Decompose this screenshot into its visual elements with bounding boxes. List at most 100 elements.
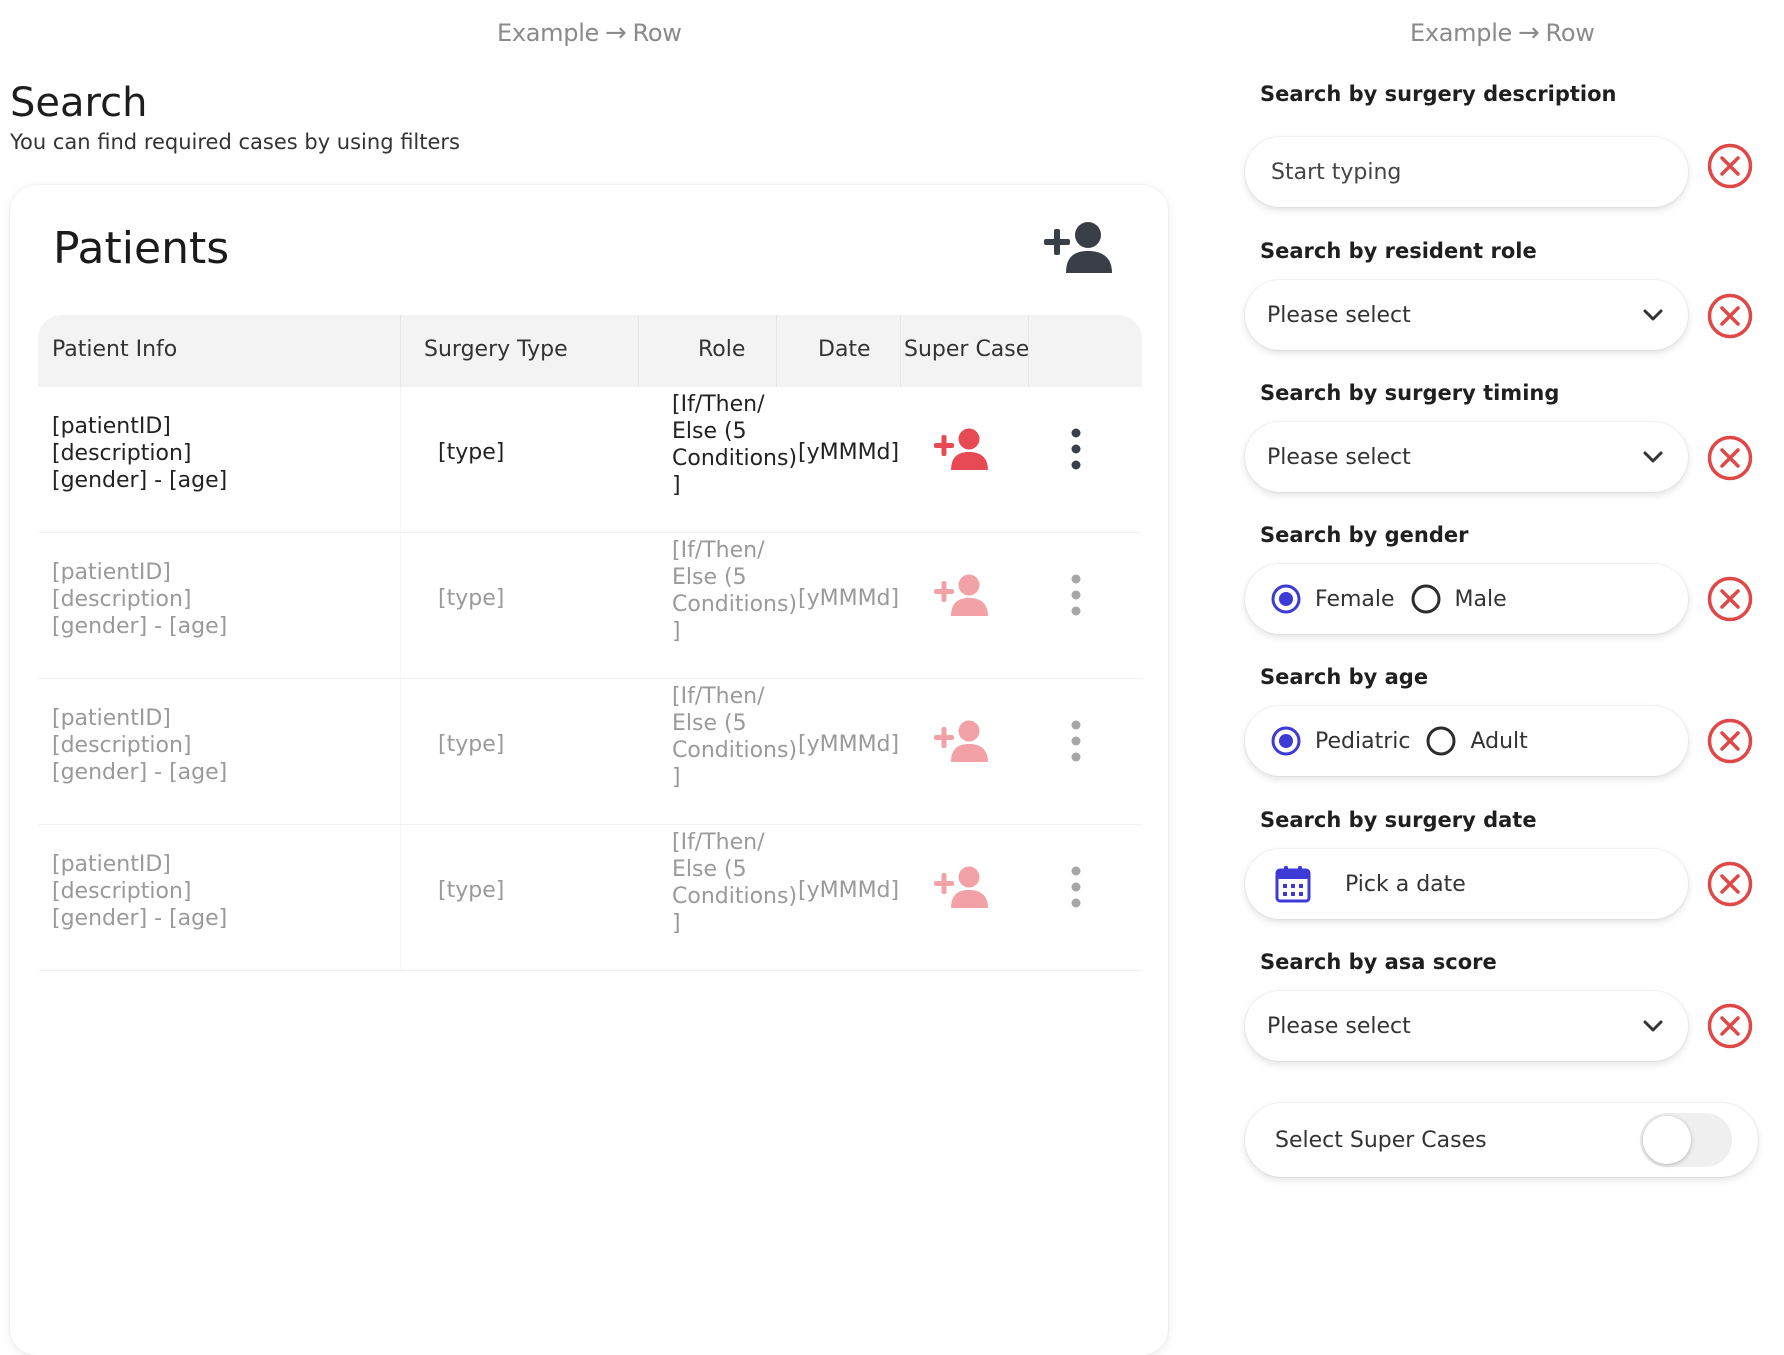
close-circle-icon <box>1707 576 1753 622</box>
table-row[interactable]: [patientID] [description] [gender] - [ag… <box>38 679 1142 825</box>
patient-gender-age: [gender] - [age] <box>52 614 228 639</box>
role: [If/Then/ Else (5 Conditions) ] <box>672 683 802 791</box>
patient-gender-age: [gender] - [age] <box>52 906 228 931</box>
clear-asa-score-button[interactable] <box>1706 1002 1754 1050</box>
surgery-date: [yMMMd] <box>798 732 900 757</box>
close-circle-icon <box>1707 435 1753 481</box>
example-label-text: Example <box>497 19 600 47</box>
add-user-icon <box>934 428 988 470</box>
gender-male-label: Male <box>1454 586 1507 612</box>
role-line: Else (5 <box>672 857 747 882</box>
role-line: ] <box>672 619 681 644</box>
surgery-type: [type] <box>438 440 505 465</box>
column-header-date[interactable]: Date <box>818 337 871 362</box>
super-case-button[interactable] <box>933 573 989 617</box>
clear-gender-button[interactable] <box>1706 575 1754 623</box>
role-line: Else (5 <box>672 419 747 444</box>
patient-description: [description] <box>52 441 192 466</box>
table-row[interactable]: [patientID] [description] [gender] - [ag… <box>38 387 1142 533</box>
table-header: Patient Info Surgery Type Role Date Supe… <box>38 315 1142 387</box>
role: [If/Then/ Else (5 Conditions) ] <box>672 391 802 499</box>
gender-radio-group: Female Male <box>1245 564 1688 634</box>
patient-info: [patientID] [description] [gender] - [ag… <box>52 413 372 494</box>
gender-female-radio[interactable]: Female <box>1271 584 1395 614</box>
age-pediatric-label: Pediatric <box>1315 728 1411 754</box>
column-header-role[interactable]: Role <box>698 337 745 362</box>
chevron-down-icon <box>1643 309 1663 321</box>
close-circle-icon <box>1707 143 1753 189</box>
role-line: [If/Then/ <box>672 684 765 709</box>
patient-description: [description] <box>52 733 192 758</box>
clear-surgery-description-button[interactable] <box>1706 142 1754 190</box>
role-line: [If/Then/ <box>672 830 765 855</box>
close-circle-icon <box>1707 861 1753 907</box>
age-adult-radio[interactable]: Adult <box>1426 726 1528 756</box>
role-line: Conditions) <box>672 446 798 471</box>
resident-role-label: Search by resident role <box>1260 239 1537 263</box>
page-title: Search <box>10 80 148 126</box>
add-patient-button[interactable] <box>1042 219 1114 275</box>
patient-id: [patientID] <box>52 414 171 439</box>
patient-info: [patientID] [description] [gender] - [ag… <box>52 559 372 640</box>
super-cases-filter: Select Super Cases <box>1245 1103 1758 1177</box>
patient-gender-age: [gender] - [age] <box>52 760 228 785</box>
example-label-text: Example <box>1410 19 1513 47</box>
patient-info: [patientID] [description] [gender] - [ag… <box>52 705 372 786</box>
surgery-type: [type] <box>438 878 505 903</box>
clear-age-button[interactable] <box>1706 717 1754 765</box>
surgery-date: [yMMMd] <box>798 440 900 465</box>
page-subtitle: You can find required cases by using fil… <box>10 130 460 154</box>
clear-surgery-date-button[interactable] <box>1706 860 1754 908</box>
surgery-description-label: Search by surgery description <box>1260 82 1617 106</box>
toggle-knob <box>1643 1116 1691 1164</box>
role: [If/Then/ Else (5 Conditions) ] <box>672 537 802 645</box>
surgery-type: [type] <box>438 732 505 757</box>
patient-info: [patientID] [description] [gender] - [ag… <box>52 851 372 932</box>
role-line: [If/Then/ <box>672 392 765 417</box>
more-vertical-icon <box>1071 720 1081 762</box>
column-header-surgery-type[interactable]: Surgery Type <box>424 337 568 362</box>
asa-score-select[interactable]: Please select <box>1245 991 1688 1061</box>
row-menu-button[interactable] <box>1066 427 1086 471</box>
role-line: [If/Then/ <box>672 538 765 563</box>
arrow-right-icon: → <box>605 18 627 48</box>
more-vertical-icon <box>1071 574 1081 616</box>
example-row-label-right: Example → Row <box>1410 18 1595 48</box>
surgery-date-placeholder: Pick a date <box>1345 871 1466 897</box>
surgery-date-label: Search by surgery date <box>1260 808 1537 832</box>
radio-checked-icon <box>1271 726 1301 756</box>
close-circle-icon <box>1707 718 1753 764</box>
surgery-date-picker[interactable]: Pick a date <box>1245 849 1688 919</box>
super-case-button[interactable] <box>933 719 989 763</box>
column-header-patient-info[interactable]: Patient Info <box>52 337 177 362</box>
patient-id: [patientID] <box>52 852 171 877</box>
age-pediatric-radio[interactable]: Pediatric <box>1271 726 1410 756</box>
row-menu-button[interactable] <box>1066 865 1086 909</box>
role: [If/Then/ Else (5 Conditions) ] <box>672 829 802 937</box>
radio-unchecked-icon <box>1411 584 1441 614</box>
clear-surgery-timing-button[interactable] <box>1706 434 1754 482</box>
patient-gender-age: [gender] - [age] <box>52 468 228 493</box>
gender-male-radio[interactable]: Male <box>1411 584 1507 614</box>
add-user-icon <box>934 720 988 762</box>
table-row[interactable]: [patientID] [description] [gender] - [ag… <box>38 533 1142 679</box>
role-line: Conditions) <box>672 592 798 617</box>
resident-role-select[interactable]: Please select <box>1245 280 1688 350</box>
super-case-button[interactable] <box>933 427 989 471</box>
patients-title: Patients <box>53 223 230 274</box>
role-line: ] <box>672 911 681 936</box>
row-menu-button[interactable] <box>1066 573 1086 617</box>
resident-role-value: Please select <box>1267 302 1411 328</box>
clear-resident-role-button[interactable] <box>1706 292 1754 340</box>
patient-description: [description] <box>52 587 192 612</box>
table-row[interactable]: [patientID] [description] [gender] - [ag… <box>38 825 1142 971</box>
age-radio-group: Pediatric Adult <box>1245 706 1688 776</box>
surgery-description-input[interactable] <box>1269 158 1664 186</box>
column-header-super-case[interactable]: Super Case <box>904 337 1029 362</box>
patient-id: [patientID] <box>52 706 171 731</box>
add-user-icon <box>934 866 988 908</box>
super-case-button[interactable] <box>933 865 989 909</box>
row-menu-button[interactable] <box>1066 719 1086 763</box>
super-cases-toggle[interactable] <box>1640 1113 1732 1167</box>
surgery-timing-select[interactable]: Please select <box>1245 422 1688 492</box>
